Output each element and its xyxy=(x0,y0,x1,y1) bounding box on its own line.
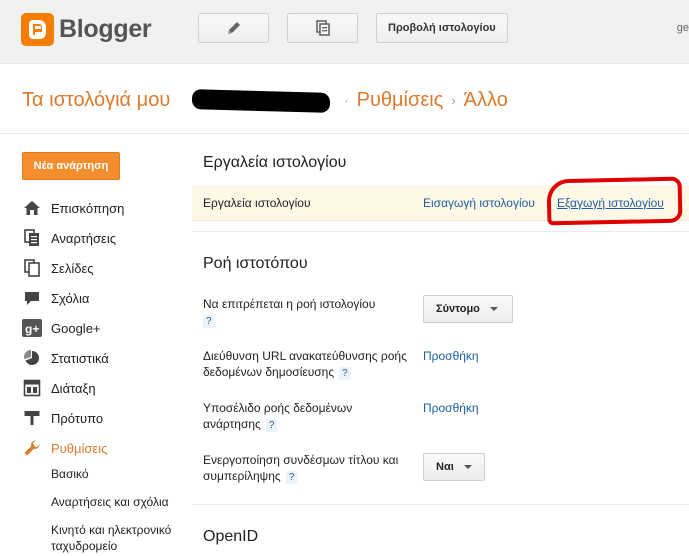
sidebar-item-label: Google+ xyxy=(51,320,101,336)
help-icon[interactable]: ? xyxy=(265,419,278,432)
redirect-url-label-text: Διεύθυνση URL ανακατεύθυνσης ροής δεδομέ… xyxy=(203,349,407,379)
blogger-logo[interactable]: Blogger xyxy=(21,13,152,46)
sidebar-subitem-mobile-email[interactable]: Κινητό και ηλεκτρονικό ταχυδρομείο xyxy=(51,522,187,554)
sidebar-item-stats[interactable]: Στατιστικά xyxy=(22,343,192,373)
chevron-down-icon xyxy=(463,465,472,469)
post-feed-footer-label: Υποσέλιδο ροής δεδομένων ανάρτησης? xyxy=(203,400,373,432)
new-post-button[interactable]: Νέα ανάρτηση xyxy=(22,152,120,180)
sidebar-item-label: Ρυθμίσεις xyxy=(51,440,108,456)
breadcrumb: Τα ιστολόγιά μου · Ρυθμίσεις › Άλλο xyxy=(22,88,508,113)
posts-icon xyxy=(22,228,42,248)
breadcrumb-dot-separator: · xyxy=(344,93,349,108)
redirect-url-add-link[interactable]: Προσθήκη xyxy=(423,349,479,363)
breadcrumb-settings[interactable]: Ρυθμίσεις xyxy=(357,89,444,112)
red-hand-drawn-highlight xyxy=(546,176,683,226)
sidebar-item-label: Διάταξη xyxy=(51,380,96,396)
sidebar-item-label: Πρότυπο xyxy=(51,410,104,426)
help-icon[interactable]: ? xyxy=(285,471,298,484)
sidebar-item-comments[interactable]: Σχόλια xyxy=(22,283,192,313)
pages-icon xyxy=(22,258,42,278)
home-icon xyxy=(22,198,42,218)
enclosure-links-select[interactable]: Ναι xyxy=(423,453,485,481)
sidebar-subitem-posts-comments[interactable]: Αναρτήσεις και σχόλια xyxy=(51,494,169,510)
allow-feed-select-value: Σύντομο xyxy=(436,303,480,315)
pie-chart-icon xyxy=(22,348,42,368)
chevron-down-icon xyxy=(489,307,498,311)
site-feed-heading: Ροή ιστοτόπου xyxy=(203,255,308,272)
layout-icon xyxy=(22,378,42,398)
wrench-icon xyxy=(22,438,42,458)
enclosure-links-label: Ενεργοποίηση συνδέσμων τίτλου και συμπερ… xyxy=(203,452,408,484)
svg-text:g+: g+ xyxy=(25,322,39,336)
openid-heading: OpenID xyxy=(203,528,259,545)
copy-pages-icon xyxy=(315,20,330,36)
breadcrumb-chevron-separator: › xyxy=(451,93,456,108)
comment-icon xyxy=(22,288,42,308)
view-blog-button[interactable]: Προβολή ιστολογίου xyxy=(376,13,508,43)
sidebar-item-overview[interactable]: Επισκόπηση xyxy=(22,193,192,223)
breadcrumb-my-blogs[interactable]: Τα ιστολόγιά μου xyxy=(22,89,170,112)
redirect-url-label: Διεύθυνση URL ανακατεύθυνσης ροής δεδομέ… xyxy=(203,348,408,380)
sidebar-item-layout[interactable]: Διάταξη xyxy=(22,373,192,403)
new-post-toolbar-button[interactable] xyxy=(198,13,269,43)
page-header: Τα ιστολόγιά μου · Ρυθμίσεις › Άλλο xyxy=(0,64,689,134)
blogger-logo-icon xyxy=(21,13,54,46)
sidebar-item-label: Σελίδες xyxy=(51,260,94,276)
sidebar-item-label: Σχόλια xyxy=(51,290,90,306)
redacted-blog-name[interactable] xyxy=(192,88,331,113)
sidebar-item-template[interactable]: Πρότυπο xyxy=(22,403,192,433)
sidebar-nav: Επισκόπηση Αναρτήσεις Σελίδες Σχόλια g+ … xyxy=(22,193,192,463)
sidebar-item-google-plus[interactable]: g+ Google+ xyxy=(22,313,192,343)
section-divider xyxy=(192,231,689,232)
import-blog-link[interactable]: Εισαγωγή ιστολογίου xyxy=(423,196,535,210)
section-divider xyxy=(192,504,689,505)
main-content: Εργαλεία ιστολογίου Εργαλεία ιστολογίου … xyxy=(192,135,689,556)
sidebar-subitem-basic[interactable]: Βασικό xyxy=(51,466,89,482)
help-icon[interactable]: ? xyxy=(203,315,215,328)
help-icon[interactable]: ? xyxy=(339,367,351,380)
sidebar-item-settings[interactable]: Ρυθμίσεις xyxy=(22,433,192,463)
allow-feed-label: Να επιτρέπεται η ροή ιστολογίου ? xyxy=(203,296,408,328)
allow-feed-label-text: Να επιτρέπεται η ροή ιστολογίου xyxy=(203,297,376,311)
enclosure-links-select-value: Ναι xyxy=(436,461,454,473)
sidebar-item-pages[interactable]: Σελίδες xyxy=(22,253,192,283)
sidebar: Νέα ανάρτηση Επισκόπηση Αναρτήσεις Σελίδ… xyxy=(0,135,190,556)
pencil-icon xyxy=(227,22,240,34)
template-icon xyxy=(22,408,42,428)
sidebar-item-label: Επισκόπηση xyxy=(51,200,125,216)
user-account-text[interactable]: ge xyxy=(677,22,689,34)
sidebar-item-posts[interactable]: Αναρτήσεις xyxy=(22,223,192,253)
top-bar: Blogger Προβολή ιστολογίου ge xyxy=(0,0,689,64)
enclosure-links-label-text: Ενεργοποίηση συνδέσμων τίτλου και συμπερ… xyxy=(203,453,399,483)
sidebar-item-label: Αναρτήσεις xyxy=(51,230,116,246)
sidebar-item-label: Στατιστικά xyxy=(51,350,109,366)
blog-tools-label: Εργαλεία ιστολογίου xyxy=(203,196,311,210)
blog-tools-heading: Εργαλεία ιστολογίου xyxy=(203,154,347,171)
google-plus-icon: g+ xyxy=(22,318,42,338)
post-feed-footer-add-link[interactable]: Προσθήκη xyxy=(423,401,479,415)
allow-feed-select[interactable]: Σύντομο xyxy=(423,295,513,323)
posts-list-toolbar-button[interactable] xyxy=(287,13,358,43)
breadcrumb-other: Άλλο xyxy=(463,89,508,111)
post-feed-footer-label-text: Υποσέλιδο ροής δεδομένων ανάρτησης xyxy=(203,401,353,431)
blogger-logo-text: Blogger xyxy=(59,15,152,43)
